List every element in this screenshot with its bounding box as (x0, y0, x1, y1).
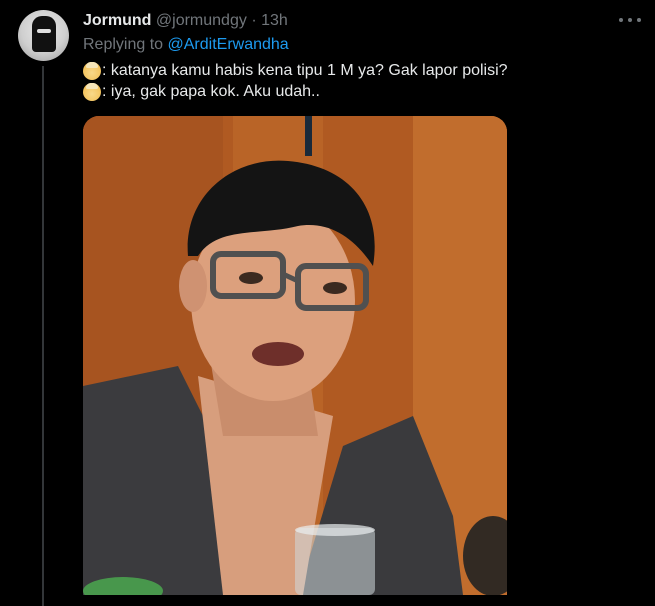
more-dot (628, 18, 632, 22)
tweet-text-line: : iya, gak papa kok. Aku udah.. (83, 81, 320, 103)
water-glass-rim (295, 524, 375, 536)
eye-left (239, 272, 263, 284)
ear (179, 260, 207, 312)
mouth (252, 342, 304, 366)
tweet-header: Jormund @jormundgy · 13h (83, 11, 288, 31)
separator-dot: · (251, 12, 257, 29)
photo-illustration (83, 116, 507, 595)
older-person-emoji-icon (83, 62, 101, 80)
tweet-text: : katanya kamu habis kena tipu 1 M ya? G… (102, 62, 508, 79)
tweet-text-line: : katanya kamu habis kena tipu 1 M ya? G… (83, 60, 508, 82)
replying-to-mention[interactable]: @ArditErwandha (168, 36, 289, 53)
avatar-figure (32, 16, 56, 52)
more-dot (637, 18, 641, 22)
thread-connector-line (42, 66, 44, 606)
older-person-emoji-icon (83, 83, 101, 101)
author-handle[interactable]: @jormundgy (156, 12, 247, 29)
more-options-icon[interactable] (619, 11, 641, 29)
tweet-photo[interactable] (83, 116, 507, 595)
eye-right (323, 282, 347, 294)
water-glass (295, 528, 375, 595)
tweet-timestamp[interactable]: 13h (261, 12, 288, 29)
replying-prefix: Replying to (83, 36, 168, 53)
background-pole (305, 116, 312, 156)
author-name[interactable]: Jormund (83, 12, 151, 29)
replying-to-line: Replying to @ArditErwandha (83, 35, 289, 55)
tweet-text: : iya, gak papa kok. Aku udah.. (102, 83, 320, 100)
more-dot (619, 18, 623, 22)
author-avatar[interactable] (18, 10, 69, 61)
